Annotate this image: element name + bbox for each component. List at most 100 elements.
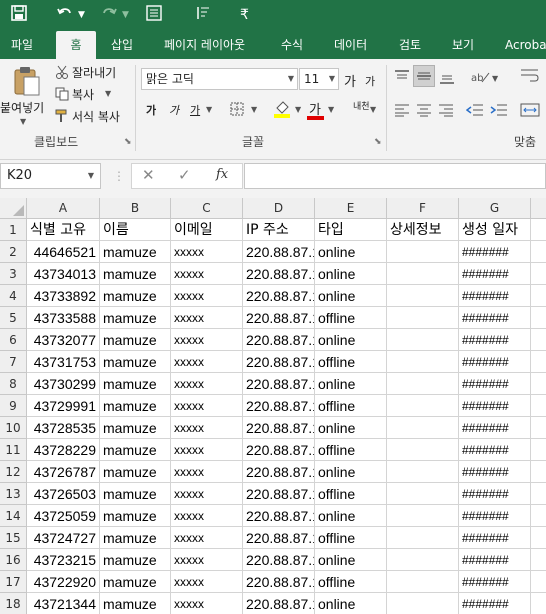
column-header-e[interactable]: E [315,198,387,219]
data-cell[interactable]: online [315,417,387,439]
data-cell[interactable]: mamuze [100,395,171,417]
data-cell[interactable]: 43728535 [27,417,100,439]
column-header-c[interactable]: C [171,198,243,219]
format-painter-label[interactable]: 서식 복사 [72,108,120,125]
data-cell-partial[interactable] [531,593,546,614]
undo-icon[interactable] [56,4,74,28]
tab-data[interactable]: 데이터 [334,31,367,59]
data-cell-partial[interactable] [531,571,546,593]
data-cell[interactable]: offline [315,439,387,461]
data-cell[interactable]: ####### [459,329,531,351]
data-cell-partial[interactable] [531,219,546,241]
data-cell[interactable]: 220.88.87.1 [243,373,315,395]
data-cell[interactable]: mamuze [100,373,171,395]
align-top-icon[interactable] [394,70,410,87]
row-header[interactable]: 6 [0,329,27,351]
data-cell-partial[interactable] [531,505,546,527]
data-cell[interactable]: ####### [459,417,531,439]
redo-dropdown-icon[interactable]: ▼ [122,10,129,20]
data-cell[interactable]: offline [315,351,387,373]
font-name-select[interactable]: 맑은 고딕 ▼ [141,68,298,90]
data-cell[interactable]: 43730299 [27,373,100,395]
align-bottom-icon[interactable] [439,70,455,87]
data-cell[interactable]: ####### [459,505,531,527]
data-cell[interactable]: 44646521 [27,241,100,263]
data-cell[interactable]: offline [315,483,387,505]
tab-home[interactable]: 홈 [56,31,96,59]
data-cell[interactable]: 43724727 [27,527,100,549]
data-cell[interactable]: xxxxx [171,483,243,505]
data-cell-partial[interactable] [531,285,546,307]
row-header[interactable]: 4 [0,285,27,307]
row-header[interactable]: 2 [0,241,27,263]
paste-button-label[interactable]: 붙여넣기 [0,99,44,116]
enter-icon[interactable]: ✓ [178,166,191,184]
data-cell[interactable]: xxxxx [171,527,243,549]
data-cell[interactable] [387,307,459,329]
data-cell[interactable]: xxxxx [171,505,243,527]
formula-input[interactable] [244,163,546,189]
row-header[interactable]: 5 [0,307,27,329]
align-right-icon[interactable] [438,103,454,120]
data-cell[interactable]: 43733588 [27,307,100,329]
save-icon[interactable] [10,4,28,28]
data-cell[interactable]: offline [315,527,387,549]
name-box[interactable]: K20 ▼ [0,163,101,189]
data-cell[interactable]: 220.88.87.1 [243,549,315,571]
row-header[interactable]: 14 [0,505,27,527]
form-icon[interactable] [145,4,163,28]
data-cell[interactable]: xxxxx [171,285,243,307]
data-cell[interactable]: 220.88.87.1 [243,439,315,461]
column-header-b[interactable]: B [100,198,171,219]
row-header[interactable]: 8 [0,373,27,395]
data-cell[interactable]: mamuze [100,307,171,329]
row-header[interactable]: 15 [0,527,27,549]
data-cell[interactable]: ####### [459,549,531,571]
border-icon[interactable] [230,102,244,119]
data-cell[interactable]: xxxxx [171,417,243,439]
header-cell[interactable]: 식별 고유 [27,219,100,241]
data-cell[interactable]: 220.88.87.1 [243,571,315,593]
data-cell[interactable]: online [315,373,387,395]
font-size-select[interactable]: 11 ▼ [299,68,339,90]
data-cell-partial[interactable] [531,329,546,351]
header-cell[interactable]: 이메일 [171,219,243,241]
align-middle-button[interactable] [413,65,435,87]
data-cell[interactable]: mamuze [100,527,171,549]
data-cell[interactable]: ####### [459,351,531,373]
tab-formulas[interactable]: 수식 [281,31,303,59]
data-cell[interactable] [387,571,459,593]
data-cell[interactable]: 220.88.87.1 [243,285,315,307]
data-cell[interactable] [387,439,459,461]
column-header-g[interactable]: G [459,198,531,219]
data-cell-partial[interactable] [531,373,546,395]
data-cell[interactable]: ####### [459,483,531,505]
data-cell[interactable] [387,593,459,614]
column-header-f[interactable]: F [387,198,459,219]
data-cell[interactable] [387,373,459,395]
data-cell[interactable]: mamuze [100,483,171,505]
data-cell[interactable]: online [315,505,387,527]
copy-icon[interactable] [55,87,69,104]
insert-function-button[interactable]: fx [216,167,228,182]
header-cell[interactable]: 생성 일자 [459,219,531,241]
data-cell[interactable]: 220.88.87.1 [243,483,315,505]
data-cell[interactable]: xxxxx [171,263,243,285]
data-cell[interactable]: online [315,549,387,571]
phonetic-guide-button[interactable]: 내천 [353,99,370,112]
data-cell[interactable] [387,549,459,571]
format-painter-icon[interactable] [55,109,69,126]
shrink-font-button[interactable]: 가 [365,73,375,89]
data-cell-partial[interactable] [531,263,546,285]
data-cell[interactable]: offline [315,571,387,593]
data-cell[interactable]: ####### [459,395,531,417]
header-cell[interactable]: 이름 [100,219,171,241]
data-cell[interactable]: 220.88.87.1 [243,395,315,417]
data-cell[interactable]: mamuze [100,505,171,527]
data-cell[interactable]: 220.88.87.1 [243,527,315,549]
phonetic-dropdown-icon[interactable]: ▼ [370,105,376,114]
italic-button[interactable]: 가 [169,102,179,118]
grow-font-button[interactable]: 가 [344,71,356,90]
data-cell[interactable]: 43722920 [27,571,100,593]
data-cell-partial[interactable] [531,483,546,505]
